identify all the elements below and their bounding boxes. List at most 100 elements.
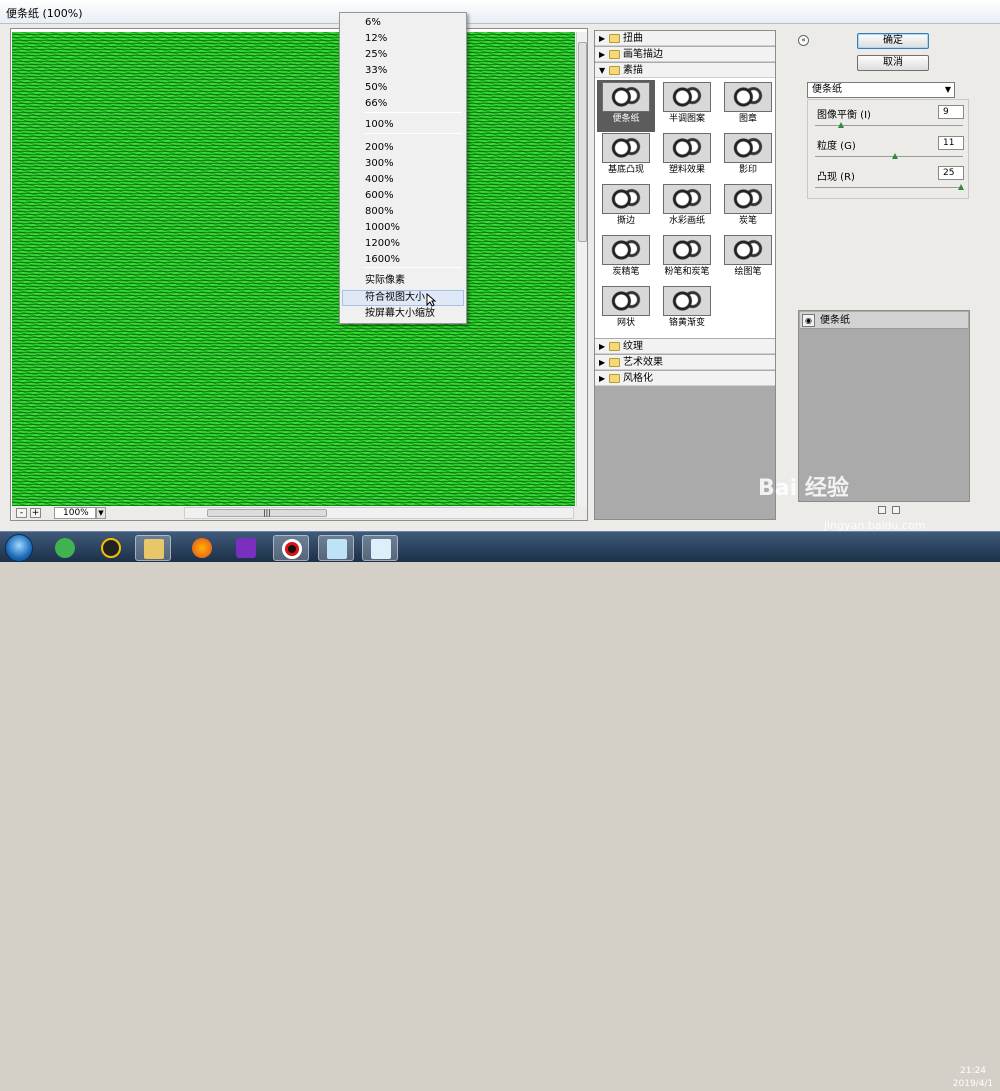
filter-preview-image [724,184,772,214]
zoom-menu-item[interactable]: 200% [342,140,464,156]
zoom-menu-item[interactable]: 100% [342,117,464,133]
zoom-menu-item[interactable]: 300% [342,156,464,172]
taskbar: 21:24 2019/4/1 [0,531,1000,1089]
zoom-menu-item[interactable]: 66% [342,96,464,112]
zoom-menu-item[interactable]: 12% [342,31,464,47]
filter-thumbnail-label: 图章 [738,114,757,124]
horizontal-scroll-thumb[interactable]: ||| [207,509,327,517]
filter-thumbnail[interactable]: 便条纸 [597,80,655,132]
category-distort[interactable]: ▶ 扭曲 [595,31,775,46]
zoom-menu-item[interactable]: 实际像素 [342,273,464,289]
taskbar-clock[interactable]: 21:24 2019/4/1 [948,1065,998,1091]
param-slider-graininess[interactable] [815,153,963,159]
filter-thumbnail[interactable]: 塑料效果 [658,131,716,183]
zoom-menu-item[interactable]: 50% [342,80,464,96]
filter-gallery-window: 便条纸 (100%) - + 100% ▼ ||| ▶ 扭曲 ▶ 画笔描边 ▼ … [0,0,1000,532]
app-360-icon [55,538,75,558]
category-stylize[interactable]: ▶ 风格化 [595,371,775,386]
filter-thumbnail-label: 便条纸 [612,114,640,124]
filter-thumbnail[interactable]: 半调图案 [658,80,716,132]
mouse-cursor-icon [426,293,436,307]
category-texture[interactable]: ▶ 纹理 [595,339,775,354]
filter-preview-image [602,286,650,316]
param-input-relief[interactable]: 25 [938,166,964,180]
menu-separator [364,267,462,268]
cancel-button[interactable]: 取消 [857,55,929,71]
record-icon [282,539,302,559]
zoom-menu-item[interactable]: 1600% [342,252,464,268]
param-slider-relief[interactable] [815,184,964,190]
filter-thumbnail-label: 炭笔 [738,216,757,226]
vertical-scroll-thumb[interactable] [578,42,587,242]
filter-select[interactable]: 便条纸 ▼ [807,82,955,98]
zoom-menu-item[interactable]: 25% [342,47,464,63]
param-slider-balance[interactable] [815,122,963,128]
taskbar-app-photoshop[interactable] [362,535,398,561]
expand-arrow-icon: ▶ [599,34,606,43]
delete-layer-icon[interactable] [892,506,900,514]
taskbar-app-recorder[interactable] [273,535,309,561]
filter-thumbnail[interactable]: 影印 [719,131,777,183]
category-sketch[interactable]: ▼ 素描 [595,63,775,78]
menu-separator [364,133,462,134]
filter-thumbnail[interactable]: 绘图笔 [719,233,777,285]
zoom-menu-item[interactable]: 800% [342,204,464,220]
zoom-menu-item[interactable]: 6% [342,15,464,31]
taskbar-app-firefox[interactable] [184,535,220,561]
zoom-value[interactable]: 100% [54,507,96,519]
filter-thumbnail-label: 绘图笔 [734,267,762,277]
preview-image[interactable] [12,32,575,506]
preview-horizontal-scrollbar[interactable]: ||| [184,507,574,519]
filter-preview-image [602,82,650,112]
taskbar-app-notes[interactable] [318,535,354,561]
zoom-out-button[interactable]: - [16,508,27,518]
ok-button[interactable]: 确定 [857,33,929,49]
filter-thumbnail[interactable]: 水彩画纸 [658,182,716,234]
zoom-menu-item[interactable]: 400% [342,172,464,188]
eye-icon[interactable]: ◉ [802,314,815,327]
taskbar-app-explorer[interactable] [135,535,171,561]
filter-thumbnail[interactable]: 炭精笔 [597,233,655,285]
filter-thumbnail-label: 塑料效果 [668,165,705,175]
filter-thumbnail[interactable]: 炭笔 [719,182,777,234]
filter-thumbnail[interactable]: 撕边 [597,182,655,234]
slider-knob-balance[interactable] [838,122,844,128]
filter-thumbnail[interactable]: 粉笔和炭笔 [658,233,716,285]
param-label-balance: 图像平衡 (I) [817,110,871,121]
zoom-menu-item[interactable]: 33% [342,63,464,79]
zoom-menu: 6% 12% 25% 33% 50% 66% 100% 200% 300% 400% 600% 800… [339,12,467,324]
filter-thumbnail[interactable]: 网状 [597,284,655,336]
param-input-balance[interactable]: 9 [938,105,964,119]
taskbar-app-qq[interactable] [93,535,129,561]
filter-thumbnail-label: 炭精笔 [612,267,640,277]
folder-icon [609,342,620,351]
filter-thumbnail[interactable]: 图章 [719,80,777,132]
zoom-menu-item[interactable]: 1000% [342,220,464,236]
start-button[interactable] [5,534,33,562]
slider-knob-graininess[interactable] [892,153,898,159]
zoom-menu-item[interactable]: 1200% [342,236,464,252]
zoom-menu-item[interactable]: 符合视图大小 [342,290,464,306]
zoom-menu-item[interactable]: 按屏幕大小缩放 [342,306,464,322]
zoom-menu-item[interactable]: 600% [342,188,464,204]
expand-arrow-icon: ▶ [599,342,606,351]
filter-preview-image [663,82,711,112]
filter-thumbnail-label: 基底凸现 [607,165,644,175]
taskbar-app-video[interactable] [228,535,264,561]
filter-preview-image [724,235,772,265]
feather-icon [371,539,391,559]
zoom-in-button[interactable]: + [30,508,41,518]
filter-preview-image [602,133,650,163]
filter-thumbnail[interactable]: 基底凸现 [597,131,655,183]
preview-vertical-scrollbar[interactable] [576,32,587,506]
zoom-dropdown-button[interactable]: ▼ [96,507,106,519]
slider-knob-relief[interactable] [958,184,964,190]
new-layer-icon[interactable] [878,506,886,514]
taskbar-app-360[interactable] [47,535,83,561]
category-brush-strokes[interactable]: ▶ 画笔描边 [595,47,775,62]
effect-layer-item[interactable]: ◉ 便条纸 [800,312,968,329]
filter-thumbnail[interactable]: 铬黄渐变 [658,284,716,336]
collapse-panel-icon[interactable]: « [798,35,809,46]
category-artistic[interactable]: ▶ 艺术效果 [595,355,775,370]
param-input-graininess[interactable]: 11 [938,136,964,150]
